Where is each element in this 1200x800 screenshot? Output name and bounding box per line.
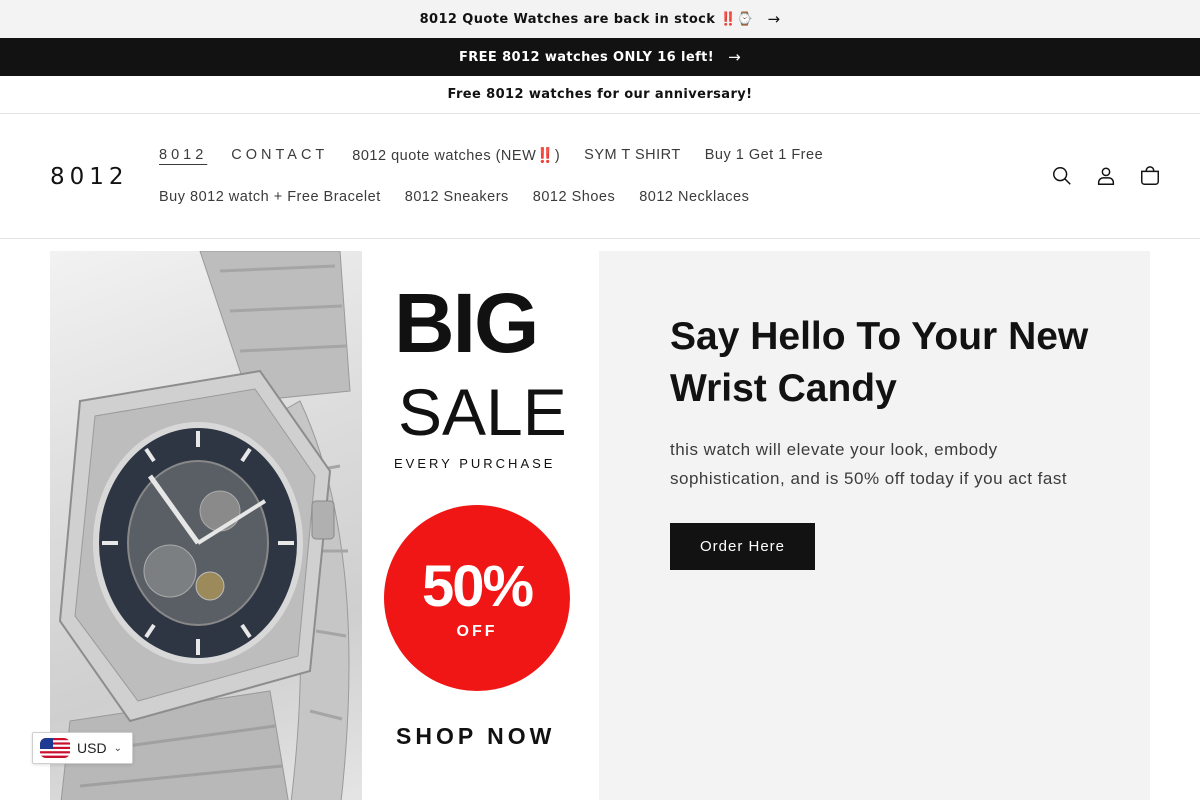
announcement-bar-2[interactable]: FREE 8012 watches ONLY 16 left! → (0, 38, 1200, 76)
chevron-down-icon: ⌄ (113, 742, 122, 754)
nav-row-1: 8012 CONTACT 8012 quote watches (NEW‼️) … (147, 134, 847, 176)
nav-item-home[interactable]: 8012 (147, 147, 219, 163)
announcement-link-2[interactable]: FREE 8012 watches ONLY 16 left! (459, 50, 714, 65)
discount-badge: 50% OFF (384, 505, 570, 691)
nav-item-label: 8012 (159, 147, 208, 163)
search-icon[interactable] (1048, 162, 1076, 190)
banner-text: this watch will elevate your look, embod… (670, 440, 1068, 488)
nav-item-shoes[interactable]: 8012 Shoes (521, 189, 627, 205)
discount-off-label: OFF (456, 623, 498, 640)
banner-image: BIG SALE EVERY PURCHASE 50% OFF SHOP NOW (50, 251, 599, 800)
order-here-button[interactable]: Order Here (670, 523, 816, 570)
watch-photo (50, 251, 362, 800)
nav-item-sym-t-shirt[interactable]: SYM T SHIRT (572, 147, 693, 163)
sale-big-text: BIG (394, 276, 539, 370)
header-icons (1048, 162, 1164, 190)
nav-item-sneakers[interactable]: 8012 Sneakers (393, 189, 521, 205)
sale-graphic: BIG SALE EVERY PURCHASE 50% OFF SHOP NOW (362, 251, 599, 800)
announcement-text-3: Free 8012 watches for our anniversary! (447, 87, 753, 102)
shop-now-text: SHOP NOW (396, 723, 556, 749)
account-icon[interactable] (1092, 162, 1120, 190)
announcement-link-1[interactable]: 8012 Quote Watches are back in stock ‼️⌚ (420, 12, 754, 27)
cart-icon[interactable] (1136, 162, 1164, 190)
arrow-right-icon: → (767, 10, 781, 28)
nav-item-contact[interactable]: CONTACT (219, 147, 340, 163)
currency-code: USD (77, 740, 107, 756)
hero-banner: BIG SALE EVERY PURCHASE 50% OFF SHOP NOW… (50, 251, 1150, 800)
currency-selector[interactable]: USD ⌄ (32, 732, 133, 764)
banner-heading: Say Hello To Your New Wrist Candy (670, 315, 1089, 410)
nav-item-watch-bracelet[interactable]: Buy 8012 watch + Free Bracelet (147, 189, 393, 205)
nav-item-buy-1-get-1[interactable]: Buy 1 Get 1 Free (693, 147, 835, 163)
announcement-bar-1[interactable]: 8012 Quote Watches are back in stock ‼️⌚… (0, 0, 1200, 38)
announcement-bar-3: Free 8012 watches for our anniversary! (0, 76, 1200, 114)
arrow-right-icon: → (728, 48, 742, 66)
sale-text: SALE (398, 375, 567, 449)
nav-row-2: Buy 8012 watch + Free Bracelet 8012 Snea… (147, 176, 847, 218)
us-flag-icon (40, 738, 70, 758)
nav-item-necklaces[interactable]: 8012 Necklaces (627, 189, 761, 205)
nav-item-quote-watches[interactable]: 8012 quote watches (NEW‼️) (340, 147, 572, 164)
main-nav: 8012 CONTACT 8012 quote watches (NEW‼️) … (147, 134, 847, 218)
site-header: 8012 8012 CONTACT 8012 quote watches (NE… (0, 114, 1200, 239)
banner-content: Say Hello To Your New Wrist Candy this w… (670, 311, 1090, 570)
logo[interactable]: 8012 (50, 164, 129, 190)
every-purchase-text: EVERY PURCHASE (394, 456, 556, 471)
discount-percent: 50% (421, 554, 534, 619)
